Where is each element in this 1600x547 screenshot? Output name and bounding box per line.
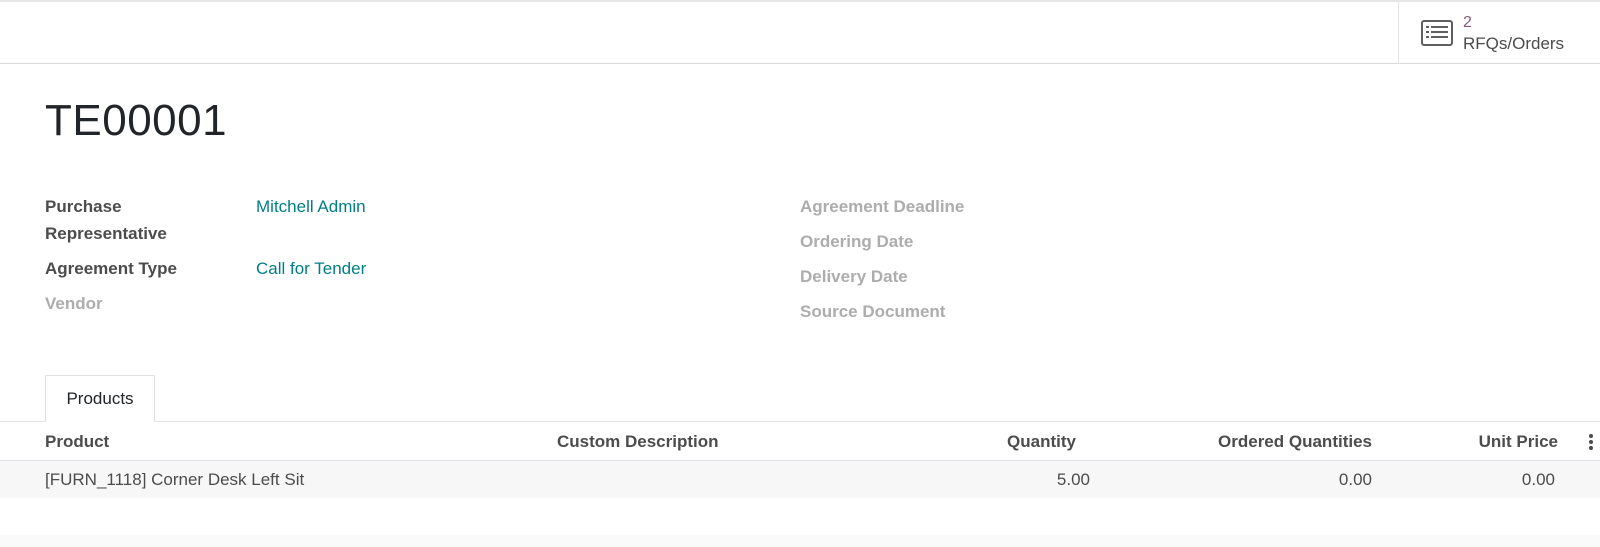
list-icon — [1421, 20, 1453, 46]
purchase-representative-value[interactable]: Mitchell Admin — [256, 193, 366, 220]
vendor-label: Vendor — [45, 294, 103, 313]
agreement-type-label: Agreement Type — [45, 259, 177, 278]
table-header: Product Custom Description Quantity Orde… — [0, 422, 1600, 461]
record-title: TE00001 — [45, 96, 228, 145]
rfqs-orders-count: 2 — [1463, 14, 1472, 31]
rfqs-orders-label: RFQs/Orders — [1463, 34, 1565, 53]
column-ordered-quantities[interactable]: Ordered Quantities — [1120, 422, 1372, 461]
tab-products[interactable]: Products — [45, 375, 155, 422]
column-custom-description[interactable]: Custom Description — [557, 422, 719, 461]
purchase-representative-label: Purchase Representative — [45, 193, 167, 247]
purchase-representative-label-line2: Representative — [45, 224, 167, 243]
rfqs-orders-button[interactable]: 2 RFQs/Orders — [1398, 2, 1600, 64]
cell-ordered-quantities: 0.00 — [1338, 470, 1372, 489]
ordering-date-label: Ordering Date — [800, 232, 914, 251]
source-document-field[interactable] — [1010, 298, 1410, 325]
source-document-label: Source Document — [800, 302, 946, 321]
delivery-date-field[interactable] — [1010, 263, 1410, 290]
cell-unit-price[interactable]: 0.00 — [1400, 461, 1555, 498]
button-box: 2 RFQs/Orders — [0, 2, 1600, 64]
purchase-representative-label-line1: Purchase — [45, 197, 122, 216]
column-unit-price[interactable]: Unit Price — [1400, 422, 1558, 461]
table-row[interactable]: [FURN_1118] Corner Desk Left Sit 5.00 0.… — [0, 461, 1600, 498]
vendor-field[interactable] — [256, 290, 656, 317]
column-quantity[interactable]: Quantity — [900, 422, 1076, 461]
agreement-type-value[interactable]: Call for Tender — [256, 255, 366, 282]
column-product[interactable]: Product — [45, 422, 109, 461]
agreement-deadline-field[interactable] — [1010, 193, 1410, 220]
delivery-date-label: Delivery Date — [800, 267, 908, 286]
ordering-date-field[interactable] — [1010, 228, 1410, 255]
bottom-band — [0, 535, 1600, 547]
agreement-deadline-label: Agreement Deadline — [800, 197, 965, 216]
optional-columns-icon[interactable] — [1588, 434, 1594, 450]
cell-product[interactable]: [FURN_1118] Corner Desk Left Sit — [45, 461, 304, 498]
cell-quantity[interactable]: 5.00 — [900, 461, 1090, 498]
